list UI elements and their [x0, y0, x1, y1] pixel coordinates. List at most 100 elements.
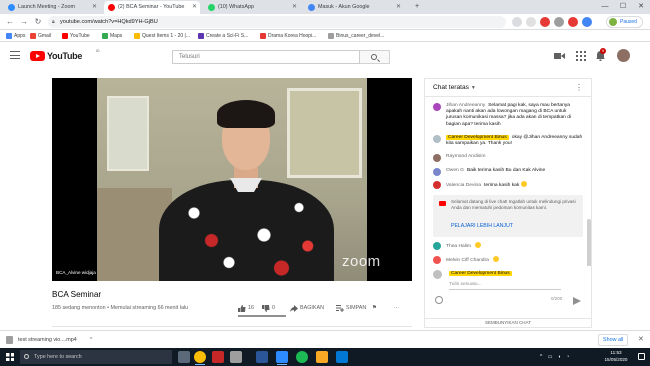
- chat-text: Baik terima kasih Bu dan Kak Alvine: [466, 168, 546, 173]
- more-actions-button[interactable]: ···: [394, 304, 399, 313]
- chat-input[interactable]: Tulis sesuatu...: [449, 280, 561, 290]
- bookmark-label: Quest Items 1 - 20 |...: [142, 33, 190, 39]
- extension-icon[interactable]: [568, 17, 578, 27]
- chat-composer: Career Development Binus Tulis sesuatu..…: [424, 266, 592, 318]
- close-tab-icon[interactable]: ✕: [292, 1, 297, 14]
- bookmark-gmail[interactable]: Gmail: [30, 30, 51, 42]
- user-avatar: [433, 135, 441, 143]
- composer-author: Career Development Binus: [449, 271, 512, 276]
- task-view-icon[interactable]: [178, 351, 190, 363]
- user-avatar: [433, 242, 441, 250]
- tab-label: Masuk - Akun Google: [318, 4, 370, 10]
- forward-arrow-icon[interactable]: →: [18, 15, 30, 29]
- bookmark-apps[interactable]: Apps: [6, 30, 25, 42]
- create-video-icon[interactable]: [554, 51, 565, 61]
- close-window-button[interactable]: ✕: [632, 0, 650, 14]
- video-player[interactable]: BCA_Alvine widjaja zoom: [52, 78, 412, 281]
- dislike-button[interactable]: 0: [262, 304, 275, 313]
- action-center-icon[interactable]: [638, 353, 645, 360]
- windows-start-icon[interactable]: [6, 353, 14, 361]
- star-icon[interactable]: [526, 17, 536, 27]
- notification-count-badge: 9: [600, 48, 606, 54]
- profile-paused-button[interactable]: Paused: [606, 16, 643, 28]
- app-icon[interactable]: [212, 351, 224, 363]
- report-flag-button[interactable]: ⚑: [372, 304, 377, 313]
- bookmark-youtube[interactable]: YouTube: [62, 30, 90, 42]
- share-button[interactable]: BAGIKAN: [290, 304, 324, 313]
- user-avatar: [433, 103, 441, 111]
- zoom-icon[interactable]: [276, 351, 288, 365]
- learn-more-link[interactable]: PELAJARI LEBIH LANJUT: [451, 223, 513, 229]
- tray-icons[interactable]: ^ ▭ ◖ ◔: [540, 353, 580, 361]
- hamburger-menu-icon[interactable]: [10, 51, 20, 59]
- cast-icon[interactable]: [512, 17, 522, 27]
- spotify-icon[interactable]: [296, 351, 308, 363]
- share-label: BAGIKAN: [300, 305, 324, 311]
- new-tab-button[interactable]: +: [408, 0, 426, 14]
- lock-icon: 🔒︎: [52, 19, 55, 25]
- send-icon[interactable]: [573, 297, 581, 305]
- close-tab-icon[interactable]: ✕: [396, 1, 401, 14]
- extension-icon[interactable]: [540, 17, 550, 27]
- hide-chat-button[interactable]: SEMBUNYIKAN CHAT: [424, 318, 592, 328]
- extension-icon[interactable]: [582, 17, 592, 27]
- show-all-button[interactable]: Show all: [598, 334, 629, 346]
- extension-icon[interactable]: [554, 17, 564, 27]
- word-icon[interactable]: [256, 351, 268, 363]
- search-button[interactable]: [360, 50, 390, 64]
- user-avatar: [433, 154, 441, 162]
- bookmarks-bar: Apps Gmail YouTube Maps Quest Items 1 - …: [0, 30, 650, 42]
- tab-whatsapp[interactable]: (10) WhatsApp ✕: [204, 1, 300, 14]
- close-downloads-icon[interactable]: ✕: [638, 334, 644, 346]
- chrome-icon[interactable]: [194, 351, 206, 365]
- save-button[interactable]: SIMPAN: [336, 304, 366, 313]
- windows-taskbar: Type here to search ^ ▭ ◖ ◔ 11:53 15/05/…: [0, 348, 650, 366]
- taskbar-clock[interactable]: 11:53 15/05/2020: [600, 349, 632, 363]
- settings-icon[interactable]: [230, 351, 242, 363]
- download-item[interactable]: test streaming vio....mp4: [6, 334, 77, 346]
- file-icon: [6, 336, 13, 344]
- chevron-up-icon[interactable]: ^: [90, 334, 92, 346]
- chat-header[interactable]: Chat teratas ▼: [425, 79, 591, 97]
- account-avatar[interactable]: [617, 49, 630, 62]
- bookmark-drama-korea[interactable]: Drama Korea Hoopi...: [260, 30, 316, 42]
- tab-youtube[interactable]: (2) BCA Seminar - YouTube ✕: [104, 1, 200, 14]
- tab-zoom[interactable]: Launch Meeting - Zoom ✕: [4, 1, 100, 14]
- bookmark-quest-items[interactable]: Quest Items 1 - 20 |...: [134, 30, 190, 42]
- address-bar[interactable]: 🔒︎ youtube.com/watch?v=HQkd9YH-GjBU: [48, 16, 506, 28]
- google-favicon-icon: [308, 4, 315, 11]
- minimize-button[interactable]: —: [596, 0, 614, 14]
- back-arrow-icon[interactable]: ←: [4, 15, 16, 29]
- background-window: [287, 88, 362, 178]
- chat-message: Melvin Ciff Chandra: [433, 256, 583, 264]
- speaker-collar: [230, 178, 262, 192]
- chat-author-owner: Career Development Binus: [446, 135, 509, 140]
- maximize-button[interactable]: ☐: [614, 0, 632, 14]
- bookmark-maps[interactable]: Maps: [102, 30, 122, 42]
- tab-google-account[interactable]: Masuk - Akun Google ✕: [304, 1, 404, 14]
- taskbar-search-input[interactable]: Type here to search: [20, 350, 172, 364]
- thumbs-up-icon: [238, 305, 246, 312]
- tab-label: (10) WhatsApp: [218, 4, 254, 10]
- youtube-masthead: YouTube ID Telusuri 9: [0, 42, 650, 70]
- chat-menu-icon[interactable]: ⋮: [575, 83, 583, 93]
- bookmark-page-icon: [134, 33, 140, 39]
- emoji-picker-icon[interactable]: [435, 296, 443, 304]
- like-button[interactable]: 16: [238, 304, 254, 313]
- chat-author: Thea Halim: [446, 244, 472, 249]
- download-filename: test streaming vio....mp4: [18, 337, 77, 343]
- apps-grid-icon[interactable]: [575, 51, 586, 61]
- close-tab-icon[interactable]: ✕: [192, 1, 197, 14]
- file-explorer-icon[interactable]: [316, 351, 328, 363]
- reload-icon[interactable]: ↻: [32, 15, 44, 29]
- close-tab-icon[interactable]: ✕: [92, 1, 97, 14]
- bookmark-binus[interactable]: Binus_career_devel...: [328, 30, 384, 42]
- mail-icon[interactable]: [336, 351, 348, 363]
- bookmark-sci-fi[interactable]: Create a Sci-Fi S...: [198, 30, 248, 42]
- background-window: [107, 96, 149, 171]
- search-input[interactable]: Telusuri: [172, 50, 360, 64]
- chat-author: Jihan Andreeanny: [446, 103, 486, 108]
- bookmark-label: YouTube: [70, 33, 90, 39]
- taskbar-search-placeholder: Type here to search: [34, 354, 82, 360]
- whatsapp-favicon-icon: [208, 4, 215, 11]
